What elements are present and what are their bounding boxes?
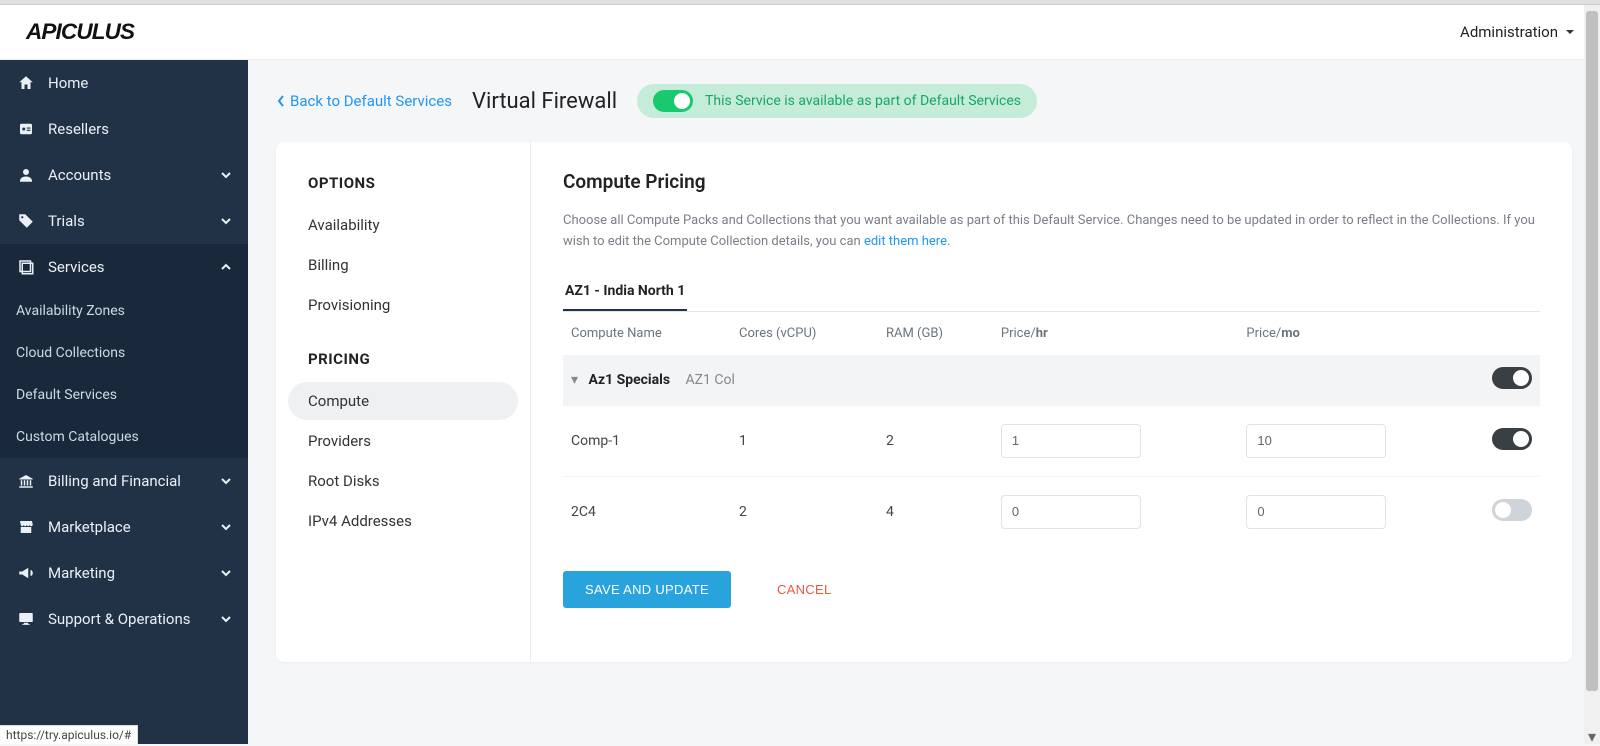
status-bar-url: https://try.apiculus.io/# — [0, 725, 138, 744]
pricing-providers[interactable]: Providers — [288, 422, 518, 460]
back-link-label: Back to Default Services — [290, 92, 452, 110]
chevron-down-icon — [220, 521, 232, 533]
pricing-compute[interactable]: Compute — [288, 382, 518, 420]
sidebar-item-accounts[interactable]: Accounts — [0, 152, 248, 198]
cell-ram: 2 — [878, 405, 993, 476]
sidebar-item-label: Home — [48, 74, 88, 92]
sidebar-sub-default-services[interactable]: Default Services — [0, 374, 248, 416]
sidebar-item-label: Trials — [48, 212, 85, 230]
pricing-root-disks[interactable]: Root Disks — [288, 462, 518, 500]
main-content: Back to Default Services Virtual Firewal… — [248, 60, 1600, 744]
left-nav: OPTIONS Availability Billing Provisionin… — [276, 142, 531, 662]
service-status-toggle[interactable] — [653, 90, 693, 112]
tab-az1[interactable]: AZ1 - India North 1 — [563, 273, 687, 311]
save-button[interactable]: SAVE AND UPDATE — [563, 571, 731, 608]
page-title: Virtual Firewall — [472, 89, 617, 114]
sidebar-item-label: Marketing — [48, 564, 115, 582]
chevron-up-icon — [220, 261, 232, 273]
chevron-left-icon — [276, 94, 286, 108]
group-sub: AZ1 Col — [686, 372, 735, 388]
option-availability[interactable]: Availability — [288, 206, 518, 244]
sidebar-item-label: Accounts — [48, 166, 111, 184]
sidebar-item-label: Marketplace — [48, 518, 131, 536]
sidebar-item-resellers[interactable]: Resellers — [0, 106, 248, 152]
sidebar-item-support-operations[interactable]: Support & Operations — [0, 596, 248, 642]
cell-cores: 1 — [731, 405, 878, 476]
administration-label: Administration — [1460, 23, 1558, 41]
person-icon — [16, 165, 36, 185]
caret-down-icon: ▾ — [571, 372, 578, 388]
cell-name: 2C4 — [563, 476, 731, 547]
chevron-down-icon — [220, 613, 232, 625]
store-icon — [16, 517, 36, 537]
group-row[interactable]: ▾ Az1 Specials AZ1 Col — [563, 355, 1540, 406]
panel-title: Compute Pricing — [563, 170, 1540, 193]
sidebar-item-billing-financial[interactable]: Billing and Financial — [0, 458, 248, 504]
group-toggle[interactable] — [1492, 367, 1532, 389]
sidebar: Home Resellers Accounts Trials Services … — [0, 60, 248, 744]
sidebar-item-label: Services — [48, 258, 105, 276]
sidebar-sub-custom-catalogues[interactable]: Custom Catalogues — [0, 416, 248, 458]
service-status-text: This Service is available as part of Def… — [705, 93, 1021, 109]
sidebar-item-label: Resellers — [48, 120, 109, 138]
monitor-icon — [16, 609, 36, 629]
layers-icon — [16, 257, 36, 277]
sidebar-sub-cloud-collections[interactable]: Cloud Collections — [0, 332, 248, 374]
row-toggle[interactable] — [1492, 428, 1532, 450]
back-link[interactable]: Back to Default Services — [276, 92, 452, 110]
sidebar-sub-availability-zones[interactable]: Availability Zones — [0, 290, 248, 332]
tab-row: AZ1 - India North 1 — [563, 273, 1540, 312]
price-mo-input[interactable] — [1246, 495, 1386, 529]
compute-table: Compute Name Cores (vCPU) RAM (GB) Price… — [563, 312, 1540, 547]
megaphone-icon — [16, 563, 36, 583]
cancel-button[interactable]: CANCEL — [755, 571, 854, 608]
panel: Compute Pricing Choose all Compute Packs… — [531, 142, 1572, 662]
option-provisioning[interactable]: Provisioning — [288, 286, 518, 324]
sidebar-item-label: Support & Operations — [48, 610, 191, 628]
badge-icon — [16, 119, 36, 139]
service-status-pill: This Service is available as part of Def… — [637, 84, 1037, 118]
administration-dropdown[interactable]: Administration — [1460, 23, 1576, 41]
sidebar-item-label: Billing and Financial — [48, 472, 181, 490]
sidebar-item-marketing[interactable]: Marketing — [0, 550, 248, 596]
col-price-mo: Price/mo — [1238, 312, 1484, 355]
tag-icon — [16, 211, 36, 231]
pricing-ipv4[interactable]: IPv4 Addresses — [288, 502, 518, 540]
scroll-down-icon[interactable]: ▾ — [1584, 728, 1600, 744]
sidebar-item-marketplace[interactable]: Marketplace — [0, 504, 248, 550]
chevron-down-icon — [220, 567, 232, 579]
options-heading: OPTIONS — [276, 174, 530, 204]
chevron-down-icon — [220, 215, 232, 227]
panel-description: Choose all Compute Packs and Collections… — [563, 211, 1540, 253]
table-row: Comp-1 1 2 — [563, 405, 1540, 476]
brand-logo: APICULUS — [24, 19, 184, 45]
chevron-down-icon — [220, 169, 232, 181]
bank-icon — [16, 471, 36, 491]
col-compute-name: Compute Name — [563, 312, 731, 355]
sidebar-item-services[interactable]: Services — [0, 244, 248, 290]
col-price-hr: Price/hr — [993, 312, 1239, 355]
sidebar-item-trials[interactable]: Trials — [0, 198, 248, 244]
price-hr-input[interactable] — [1001, 495, 1141, 529]
cell-ram: 4 — [878, 476, 993, 547]
group-name: Az1 Specials — [588, 372, 670, 388]
row-toggle[interactable] — [1492, 499, 1532, 521]
caret-down-icon — [1564, 26, 1576, 38]
scrollbar-thumb[interactable] — [1586, 11, 1598, 691]
cell-cores: 2 — [731, 476, 878, 547]
scrollbar[interactable]: ▴ ▾ — [1584, 5, 1600, 744]
sidebar-item-home[interactable]: Home — [0, 60, 248, 106]
option-billing[interactable]: Billing — [288, 246, 518, 284]
pricing-heading: PRICING — [276, 350, 530, 380]
table-row: 2C4 2 4 — [563, 476, 1540, 547]
cell-name: Comp-1 — [563, 405, 731, 476]
col-cores: Cores (vCPU) — [731, 312, 878, 355]
edit-collection-link[interactable]: edit them here — [864, 234, 947, 249]
home-icon — [16, 73, 36, 93]
svg-text:APICULUS: APICULUS — [25, 19, 135, 44]
price-mo-input[interactable] — [1246, 424, 1386, 458]
price-hr-input[interactable] — [1001, 424, 1141, 458]
chevron-down-icon — [220, 475, 232, 487]
col-ram: RAM (GB) — [878, 312, 993, 355]
